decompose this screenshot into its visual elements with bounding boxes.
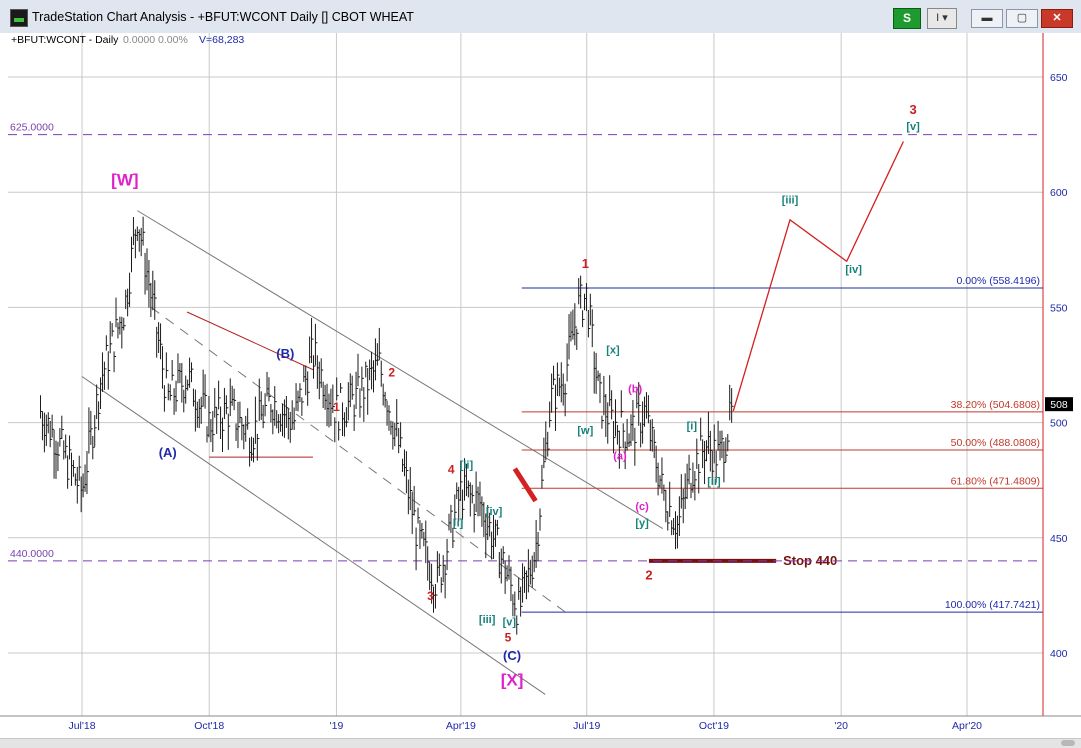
x-tick-label: '20	[834, 720, 848, 732]
symbol-label: +BFUT:WCONT - Daily	[11, 34, 119, 46]
wave-label: 3	[909, 102, 916, 117]
wave-label: [w]	[577, 425, 593, 437]
y-tick-label: 500	[1050, 418, 1068, 430]
wave-label: [y]	[635, 517, 649, 529]
level-label: 625.0000	[10, 122, 54, 134]
scroll-thumb[interactable]	[1061, 740, 1075, 746]
chart-area[interactable]: Stop 440 625.0000 440.0000 0.00% (558.4196…	[0, 33, 1081, 747]
level-label: 50.00% (488.0808)	[951, 437, 1040, 449]
x-tick-label: Jul'19	[573, 720, 600, 732]
wave-label: 1	[333, 400, 340, 414]
wave-label: [v]	[503, 616, 517, 628]
x-tick-label: Apr'19	[446, 720, 476, 732]
wave-label: 1	[582, 256, 589, 271]
wave-label: [v]	[906, 121, 920, 133]
tradestation-app-icon	[10, 9, 28, 27]
wave-label: [ii]	[707, 476, 721, 488]
level-label: 440.0000	[10, 548, 54, 560]
wave-label: [iv]	[845, 264, 862, 276]
price-chart[interactable]: Stop 440 625.0000440.00000.00% (558.4196…	[0, 33, 1081, 738]
wave-label: [iii]	[782, 195, 799, 207]
wave-label: [i]	[453, 517, 464, 529]
wave-label: 4	[448, 462, 455, 476]
title-bar: TradeStation Chart Analysis - +BFUT:WCON…	[0, 0, 1081, 34]
wave-label: 2	[388, 366, 395, 380]
wave-label: (C)	[503, 648, 521, 663]
indicator-menu-button[interactable]: I ▾	[927, 8, 957, 29]
y-tick-label: 550	[1050, 302, 1068, 314]
level-label: 61.80% (471.4809)	[951, 475, 1040, 487]
x-tick-label: Oct'18	[194, 720, 224, 732]
wave-label: [X]	[501, 670, 524, 689]
last-price-label: 508	[1050, 399, 1068, 411]
wave-label: 3	[427, 589, 434, 603]
wave-label: [iv]	[486, 506, 503, 518]
strategy-button[interactable]: S	[893, 8, 921, 29]
restore-button[interactable]: ▢	[1006, 9, 1038, 28]
wave-label: (b)	[628, 384, 642, 396]
close-button[interactable]: ✕	[1041, 9, 1073, 28]
y-tick-label: 450	[1050, 533, 1068, 545]
wave-label: 5	[505, 630, 512, 644]
wave-label: [i]	[687, 421, 698, 433]
x-tick-label: Apr'20	[952, 720, 982, 732]
values-label: 0.0000 0.00%	[123, 34, 188, 46]
y-tick-label: 600	[1050, 187, 1068, 199]
wave-label: 2	[645, 567, 652, 582]
level-label: 100.00% (417.7421)	[945, 599, 1040, 611]
y-tick-label: 650	[1050, 72, 1068, 84]
level-label: 38.20% (504.6808)	[951, 399, 1040, 411]
wave-label: (A)	[159, 445, 177, 460]
wave-label: [ii]	[460, 460, 474, 472]
wave-label: [iii]	[479, 614, 496, 626]
wave-label: [W]	[111, 170, 138, 189]
x-tick-label: '19	[330, 720, 344, 732]
window-title: TradeStation Chart Analysis - +BFUT:WCON…	[32, 10, 414, 24]
wave-label: (a)	[613, 450, 627, 462]
volume-label: V=68,283	[199, 34, 244, 46]
x-tick-label: Oct'19	[699, 720, 729, 732]
x-tick-label: Jul'18	[68, 720, 95, 732]
level-label: 0.00% (558.4196)	[957, 275, 1040, 287]
minimize-button[interactable]: ▬	[971, 9, 1003, 28]
wave-label: (c)	[635, 501, 649, 513]
y-tick-label: 400	[1050, 648, 1068, 660]
wave-label: (B)	[276, 346, 294, 361]
wave-label: [x]	[606, 344, 620, 356]
